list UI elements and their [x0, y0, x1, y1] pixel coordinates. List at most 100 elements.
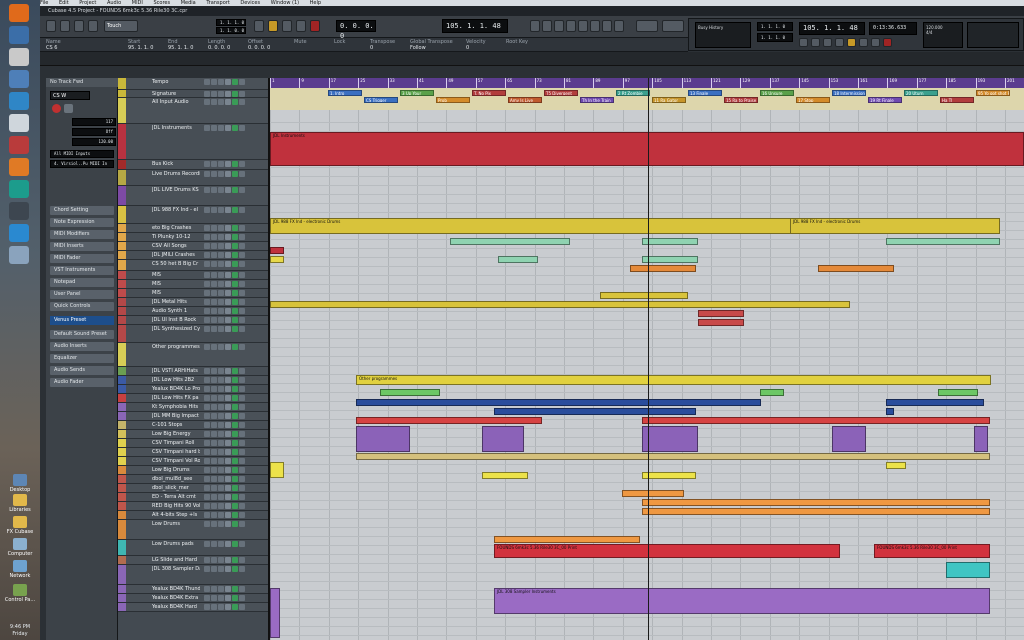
marker[interactable]: 17 Stop — [796, 97, 830, 103]
mute-icon[interactable] — [204, 272, 210, 278]
track-color-swatch[interactable] — [118, 502, 126, 510]
edit-icon[interactable] — [232, 440, 238, 446]
monitor-icon[interactable] — [239, 368, 245, 374]
edit-icon[interactable] — [232, 252, 238, 258]
monitor-icon[interactable] — [239, 386, 245, 392]
event-part[interactable] — [886, 462, 906, 469]
solo-icon[interactable] — [211, 413, 217, 419]
mute-icon[interactable] — [204, 299, 210, 305]
solo-icon[interactable] — [211, 604, 217, 610]
app-icon[interactable] — [9, 26, 29, 44]
mute-icon[interactable] — [204, 171, 210, 177]
marker[interactable]: 15 Ra to Praise — [724, 97, 758, 103]
track-color-swatch[interactable] — [118, 316, 126, 324]
edit-icon[interactable] — [232, 377, 238, 383]
solo-icon[interactable] — [211, 586, 217, 592]
solo-icon[interactable] — [211, 395, 217, 401]
monitor-icon[interactable] — [239, 467, 245, 473]
event-part[interactable] — [494, 408, 696, 415]
edit-icon[interactable] — [232, 404, 238, 410]
write-icon[interactable] — [225, 207, 231, 213]
solo-icon[interactable] — [211, 243, 217, 249]
track-color-swatch[interactable] — [118, 242, 126, 250]
transport-right-locator[interactable]: 1. 1. 1. 0 — [757, 33, 793, 42]
read-icon[interactable] — [218, 225, 224, 231]
mute-icon[interactable] — [204, 586, 210, 592]
event-part[interactable] — [450, 238, 570, 245]
mute-icon[interactable] — [204, 344, 210, 350]
edit-icon[interactable] — [232, 458, 238, 464]
track-row[interactable]: MIS — [118, 271, 268, 280]
mute-icon[interactable] — [204, 449, 210, 455]
write-icon[interactable] — [225, 458, 231, 464]
track-row[interactable]: Signature — [118, 90, 268, 98]
monitor-icon[interactable] — [239, 541, 245, 547]
monitor-icon[interactable] — [239, 458, 245, 464]
track-row[interactable]: Ti Plunky 10-12 — [118, 233, 268, 242]
read-icon[interactable] — [218, 234, 224, 240]
track-row[interactable]: Yealux BD4K Thund — [118, 585, 268, 594]
solo-icon[interactable] — [211, 99, 217, 105]
arrange-area[interactable]: JDL Instruments JDL 988 FX Ind - electron… — [270, 110, 1024, 640]
edit-icon[interactable] — [232, 225, 238, 231]
monitor-icon[interactable] — [239, 317, 245, 323]
read-icon[interactable] — [218, 440, 224, 446]
write-icon[interactable] — [225, 467, 231, 473]
track-color-swatch[interactable] — [118, 124, 126, 159]
read-icon[interactable] — [218, 485, 224, 491]
track-row[interactable]: Low Big Drums — [118, 466, 268, 475]
write-icon[interactable] — [225, 308, 231, 314]
read-icon[interactable] — [218, 290, 224, 296]
solo-icon[interactable] — [211, 161, 217, 167]
marker[interactable]: 3 Up Your — [400, 90, 434, 96]
track-color-swatch[interactable] — [118, 457, 126, 465]
event-part[interactable] — [494, 536, 640, 543]
track-row[interactable]: JDL Synthesized Cy — [118, 325, 268, 343]
monitor-icon[interactable] — [239, 440, 245, 446]
write-icon[interactable] — [225, 541, 231, 547]
read-icon[interactable] — [218, 604, 224, 610]
cycle-button[interactable] — [847, 38, 856, 47]
monitor-icon[interactable] — [239, 485, 245, 491]
write-icon[interactable] — [225, 272, 231, 278]
track-row[interactable]: JDL LIVE Drums KS — [118, 186, 268, 206]
edit-icon[interactable] — [232, 431, 238, 437]
desktop-item[interactable]: FX Cubase — [2, 516, 38, 535]
monitor-icon[interactable] — [239, 252, 245, 258]
monitor-icon[interactable] — [239, 207, 245, 213]
write-icon[interactable] — [225, 368, 231, 374]
track-color-swatch[interactable] — [118, 430, 126, 438]
monitor-icon[interactable] — [239, 225, 245, 231]
monitor-icon[interactable] — [239, 91, 245, 97]
edit-icon[interactable] — [232, 125, 238, 131]
write-icon[interactable] — [225, 449, 231, 455]
monitor-icon[interactable] — [239, 413, 245, 419]
read-icon[interactable] — [218, 125, 224, 131]
snap-button[interactable] — [636, 20, 658, 32]
write-icon[interactable] — [225, 485, 231, 491]
read-icon[interactable] — [218, 521, 224, 527]
solo-icon[interactable] — [211, 308, 217, 314]
track-color-swatch[interactable] — [118, 520, 126, 539]
solo-icon[interactable] — [211, 377, 217, 383]
track-row[interactable]: C-101 Stops — [118, 421, 268, 430]
solo-icon[interactable] — [211, 317, 217, 323]
read-icon[interactable] — [218, 368, 224, 374]
mute-icon[interactable] — [204, 377, 210, 383]
solo-icon[interactable] — [211, 449, 217, 455]
read-icon[interactable] — [218, 377, 224, 383]
project-cursor[interactable] — [648, 78, 649, 640]
edit-icon[interactable] — [232, 413, 238, 419]
edit-icon[interactable] — [232, 317, 238, 323]
info-value[interactable]: Follow — [410, 45, 426, 51]
inspector-section[interactable]: Audio Sends — [50, 366, 114, 375]
track-row[interactable]: Other programmes — [118, 343, 268, 367]
track-row[interactable]: Low Big Energy — [118, 430, 268, 439]
event-part[interactable] — [818, 265, 894, 272]
solo-icon[interactable] — [211, 485, 217, 491]
monitor-icon[interactable] — [239, 604, 245, 610]
track-color-swatch[interactable] — [118, 376, 126, 384]
mute-icon[interactable] — [204, 79, 210, 85]
mute-icon[interactable] — [204, 99, 210, 105]
track-color-swatch[interactable] — [118, 466, 126, 474]
